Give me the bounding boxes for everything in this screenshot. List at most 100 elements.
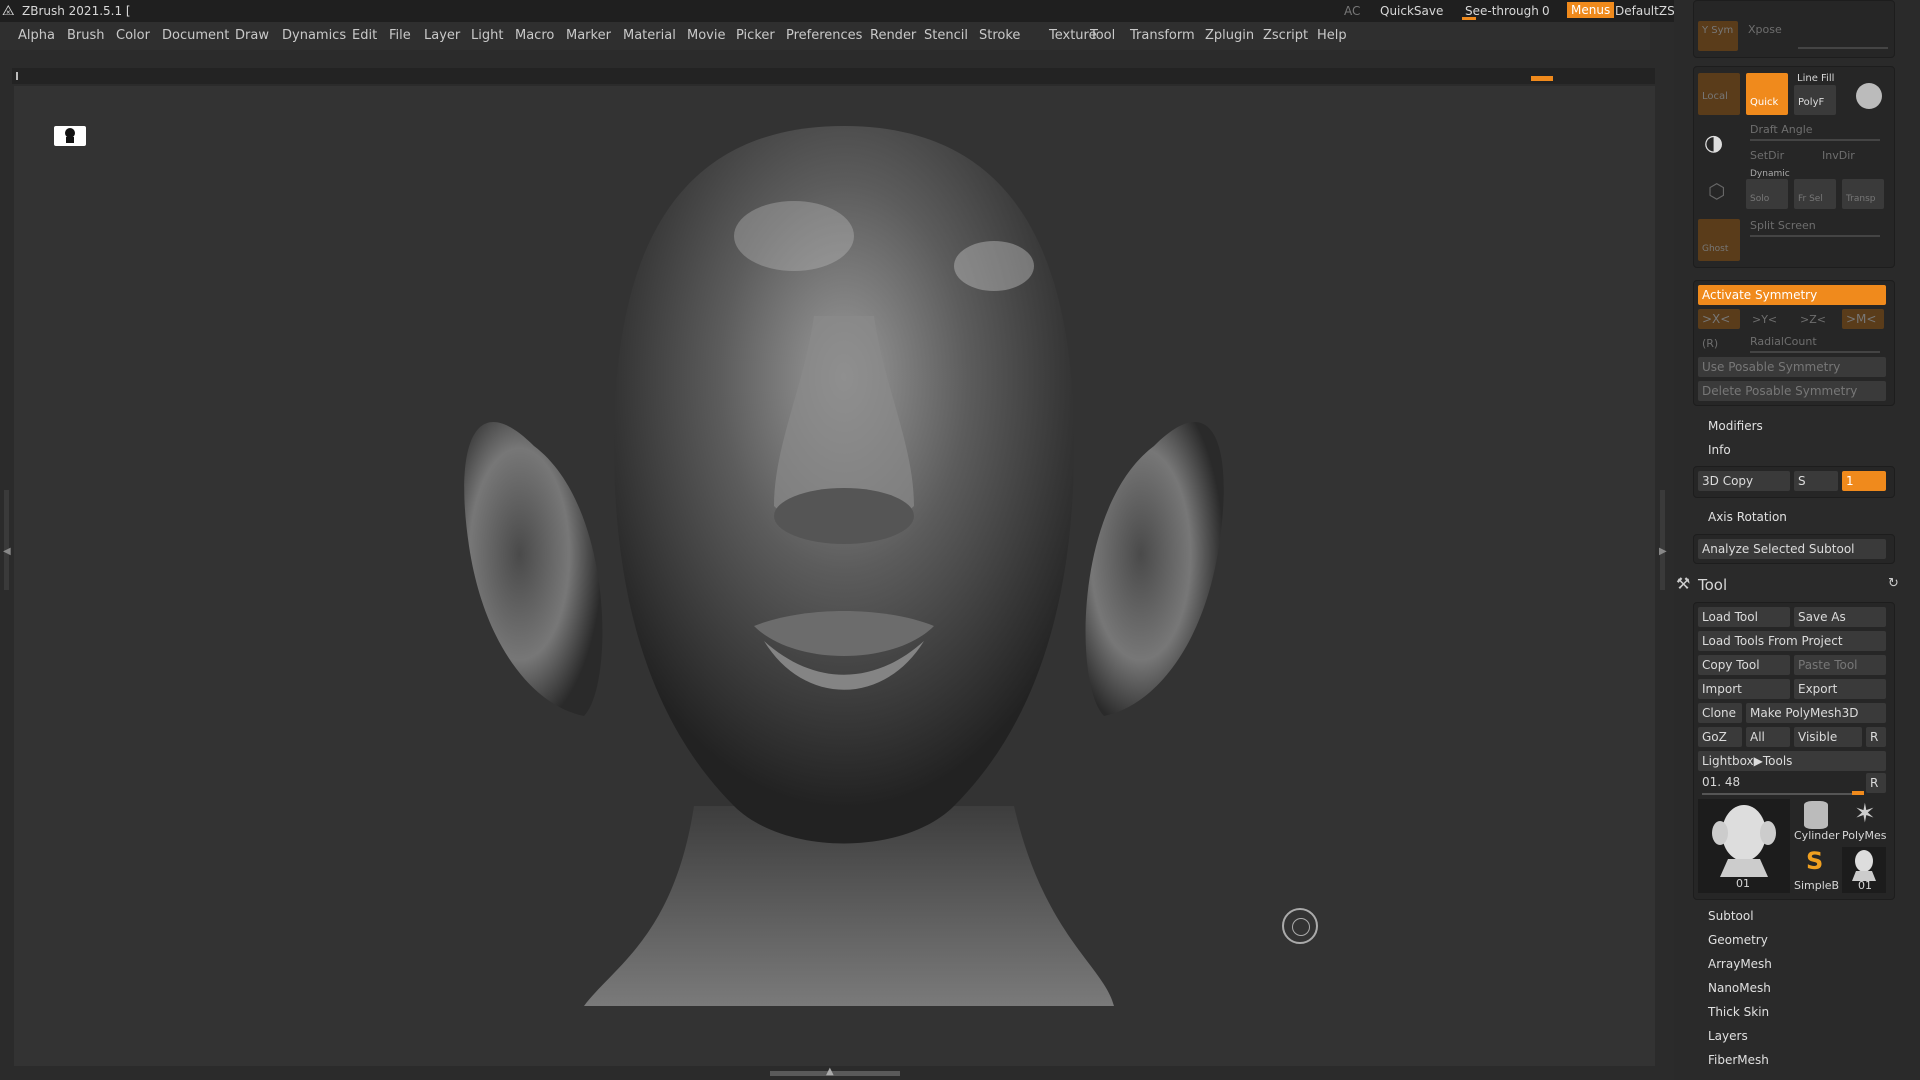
menu-transform[interactable]: Transform [1130,28,1195,43]
subpanel-layers[interactable]: Layers [1708,1029,1748,1043]
menu-edit[interactable]: Edit [352,28,377,43]
menu-document[interactable]: Document [162,28,229,43]
ysym-button[interactable]: Y Sym [1698,21,1738,51]
tool-thumb-polymesh[interactable]: ✶ PolyMes [1842,799,1890,845]
goz-button[interactable]: GoZ [1698,727,1742,747]
menu-dynamics[interactable]: Dynamics [282,28,346,43]
sym-m-button[interactable]: >M< [1842,309,1884,329]
copy-s-button[interactable]: S [1794,471,1838,491]
frsel-button[interactable]: Fr Sel [1794,179,1836,209]
quicksave-button[interactable]: QuickSave [1380,4,1443,18]
tool-slider-thumb[interactable] [1852,791,1864,795]
solo-button[interactable]: Solo [1746,179,1788,209]
menu-render[interactable]: Render [870,28,916,43]
contrast-icon[interactable]: ◑ [1704,131,1723,156]
polyf-button[interactable]: PolyF [1794,85,1836,115]
see-through-label[interactable]: See-through [1465,4,1539,18]
menu-movie[interactable]: Movie [687,28,725,43]
subpanel-nanomesh[interactable]: NanoMesh [1708,981,1771,995]
ghost-button[interactable]: Ghost [1698,219,1740,261]
export-button[interactable]: Export [1794,679,1886,699]
info-header[interactable]: Info [1708,443,1731,457]
tool-palette-title[interactable]: Tool [1698,576,1727,594]
goz-visible-button[interactable]: Visible [1794,727,1862,747]
subpanel-arraymesh[interactable]: ArrayMesh [1708,957,1772,971]
menu-marker[interactable]: Marker [566,28,611,43]
modifiers-header[interactable]: Modifiers [1708,419,1763,433]
menu-macro[interactable]: Macro [515,28,554,43]
delete-posable-symmetry-button[interactable]: Delete Posable Symmetry [1698,381,1886,401]
ac-label[interactable]: AC [1344,4,1360,18]
menu-alpha[interactable]: Alpha [18,28,55,43]
quick-button[interactable]: Quick [1746,73,1788,115]
tool-r-button[interactable]: R [1866,773,1886,793]
sym-y-button[interactable]: >Y< [1752,313,1777,326]
menu-zscript[interactable]: Zscript [1263,28,1308,43]
tool-thumb-small[interactable]: 01 [1842,847,1886,893]
tool-slider[interactable] [1702,793,1862,795]
menu-tool[interactable]: Tool [1090,28,1115,43]
subpanel-thick-skin[interactable]: Thick Skin [1708,1005,1769,1019]
save-as-button[interactable]: Save As [1794,607,1886,627]
setdir-button[interactable]: SetDir [1750,149,1784,162]
menu-zplugin[interactable]: Zplugin [1205,28,1254,43]
tool-thumb-simplebrush[interactable]: S SimpleB [1794,847,1839,893]
sym-z-button[interactable]: >Z< [1800,313,1826,326]
sym-x-button[interactable]: >X< [1698,309,1740,329]
menu-draw[interactable]: Draw [235,28,269,43]
subpanel-geometry[interactable]: Geometry [1708,933,1768,947]
make-polymesh3d-button[interactable]: Make PolyMesh3D [1746,703,1886,723]
zbrush-logo-icon[interactable]: ⨻ [2,3,15,19]
left-tray-handle[interactable] [4,490,9,590]
transp-button[interactable]: Transp [1842,179,1884,209]
refresh-icon[interactable]: ↻ [1888,576,1899,591]
axis-rotation-header[interactable]: Axis Rotation [1708,510,1787,524]
analyze-subtool-button[interactable]: Analyze Selected Subtool [1698,539,1886,559]
subpanel-fibermesh[interactable]: FiberMesh [1708,1053,1769,1067]
menus-button[interactable]: Menus [1567,2,1615,18]
draft-angle-slider[interactable] [1750,139,1880,141]
menu-stencil[interactable]: Stencil [924,28,968,43]
sym-r-button[interactable]: (R) [1702,337,1718,350]
gizmo-ring-icon[interactable] [1282,908,1318,944]
3d-copy-button[interactable]: 3D Copy [1698,471,1790,491]
goz-r-button[interactable]: R [1866,727,1886,747]
local-button[interactable]: Local [1698,73,1740,115]
sculpt-head-model[interactable] [14,86,1655,1066]
tool-thumb-main[interactable]: 01 [1698,799,1790,893]
split-screen-slider[interactable] [1750,235,1880,237]
menu-brush[interactable]: Brush [67,28,105,43]
clone-button[interactable]: Clone [1698,703,1742,723]
cube-icon[interactable]: ⬡ [1708,179,1725,203]
menu-color[interactable]: Color [116,28,150,43]
bottom-tray-handle[interactable] [770,1071,900,1076]
docbar-indicator[interactable] [1531,76,1553,81]
load-tools-from-project-button[interactable]: Load Tools From Project [1698,631,1886,651]
tool-thumb-cylinder[interactable]: Cylinder [1794,799,1840,845]
left-tray-arrow-icon[interactable]: ◀ [3,546,11,557]
menu-light[interactable]: Light [471,28,503,43]
menu-help[interactable]: Help [1317,28,1347,43]
copy-tool-button[interactable]: Copy Tool [1698,655,1790,675]
tool-palette-icon[interactable]: ⚒ [1676,574,1690,593]
sphere-icon[interactable] [1856,83,1882,109]
xpose-slider[interactable] [1798,47,1888,49]
menu-file[interactable]: File [389,28,411,43]
subpanel-subtool[interactable]: Subtool [1708,909,1754,923]
right-tray-arrow-icon[interactable]: ▶ [1659,546,1667,557]
menu-layer[interactable]: Layer [424,28,460,43]
lightbox-tools-button[interactable]: Lightbox▶Tools [1698,751,1886,771]
goz-all-button[interactable]: All [1746,727,1790,747]
menu-material[interactable]: Material [623,28,676,43]
menu-picker[interactable]: Picker [736,28,775,43]
radial-count-slider[interactable] [1750,351,1880,353]
right-tray-handle[interactable] [1660,490,1665,590]
use-posable-symmetry-button[interactable]: Use Posable Symmetry [1698,357,1886,377]
activate-symmetry-button[interactable]: Activate Symmetry [1698,285,1886,305]
paste-tool-button[interactable]: Paste Tool [1794,655,1886,675]
load-tool-button[interactable]: Load Tool [1698,607,1790,627]
bottom-tray-arrow-icon[interactable]: ▲ [826,1066,834,1077]
xpose-button[interactable]: Xpose [1748,23,1782,36]
menu-preferences[interactable]: Preferences [786,28,862,43]
see-through-slider[interactable] [1462,17,1476,20]
